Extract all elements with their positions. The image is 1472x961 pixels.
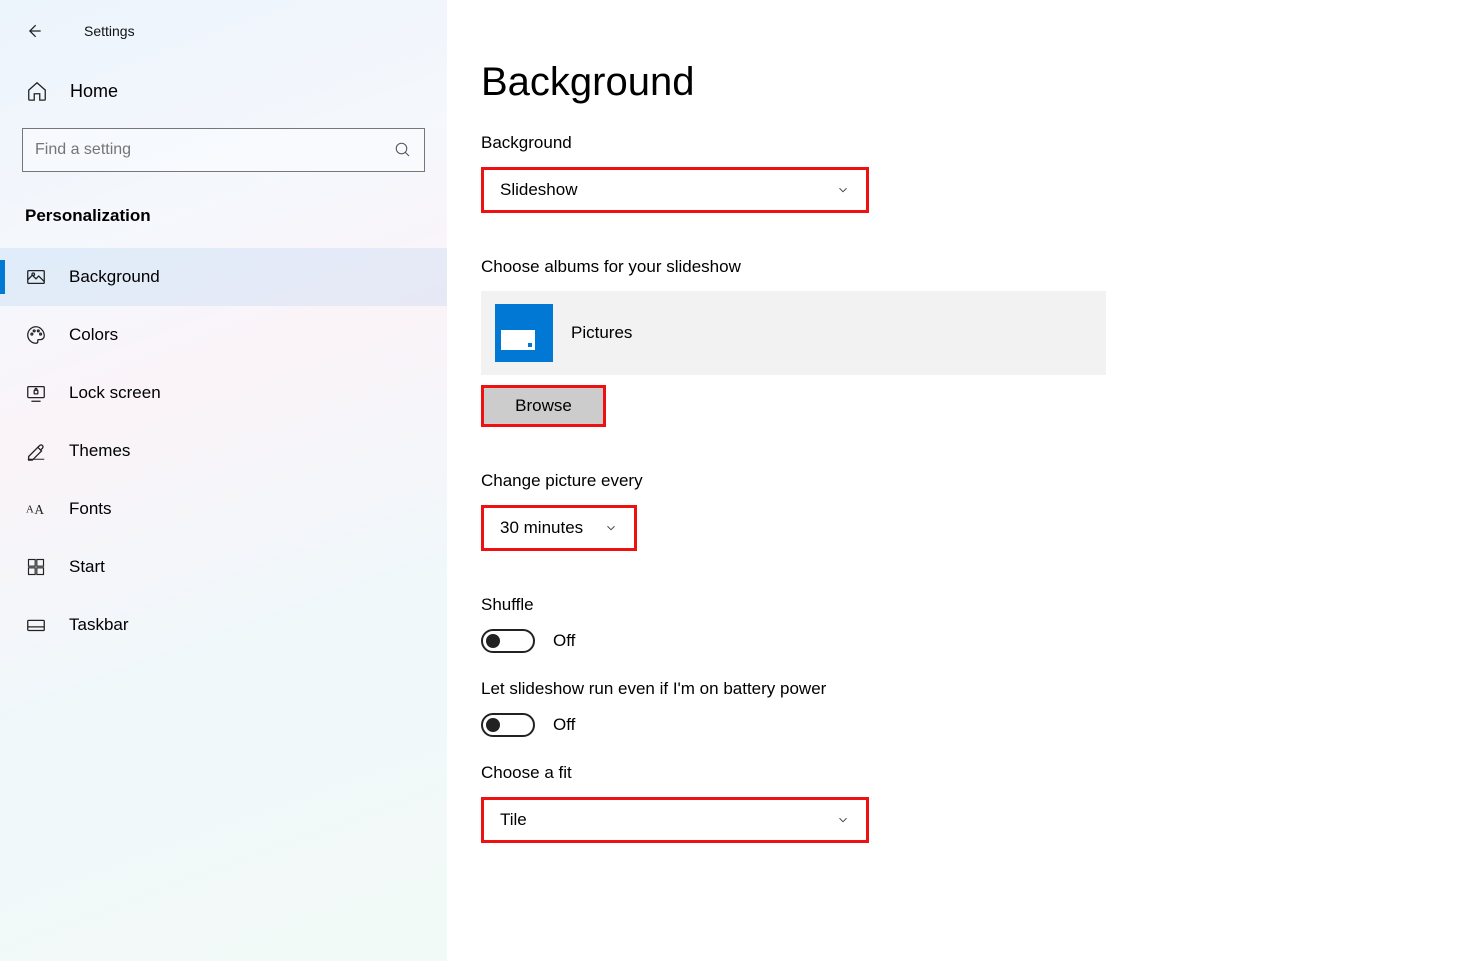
albums-label: Choose albums for your slideshow — [481, 257, 1432, 277]
shuffle-label: Shuffle — [481, 595, 1432, 615]
shuffle-toggle[interactable] — [481, 629, 535, 653]
interval-dropdown[interactable]: 30 minutes — [481, 505, 637, 551]
lock-screen-icon — [25, 382, 47, 404]
themes-icon — [25, 440, 47, 462]
browse-button-label: Browse — [515, 396, 572, 416]
fonts-icon: A A — [25, 498, 47, 520]
picture-icon — [25, 266, 47, 288]
section-title: Personalization — [25, 206, 447, 226]
sidebar-item-start[interactable]: Start — [0, 538, 447, 596]
home-icon — [26, 80, 48, 102]
taskbar-icon — [25, 614, 47, 636]
chevron-down-icon — [604, 521, 618, 535]
sidebar-item-themes[interactable]: Themes — [0, 422, 447, 480]
sidebar-item-label: Background — [69, 267, 160, 287]
arrow-left-icon — [24, 21, 44, 41]
sidebar-item-taskbar[interactable]: Taskbar — [0, 596, 447, 654]
fit-label: Choose a fit — [481, 763, 1432, 783]
fit-dropdown[interactable]: Tile — [481, 797, 869, 843]
album-card[interactable]: Pictures — [481, 291, 1106, 375]
sidebar-item-colors[interactable]: Colors — [0, 306, 447, 364]
palette-icon — [25, 324, 47, 346]
sidebar: Settings Home Personalization Background — [0, 0, 447, 961]
start-icon — [25, 556, 47, 578]
svg-text:A: A — [34, 502, 44, 517]
search-icon — [394, 141, 412, 159]
chevron-down-icon — [836, 183, 850, 197]
sidebar-item-lock-screen[interactable]: Lock screen — [0, 364, 447, 422]
titlebar: Settings — [0, 12, 447, 50]
main-content: Background Background Slideshow Choose a… — [447, 0, 1472, 961]
shuffle-state: Off — [553, 631, 575, 651]
interval-label: Change picture every — [481, 471, 1432, 491]
home-label: Home — [70, 81, 118, 102]
interval-dropdown-value: 30 minutes — [500, 518, 583, 538]
battery-label: Let slideshow run even if I'm on battery… — [481, 679, 1432, 699]
battery-state: Off — [553, 715, 575, 735]
app-title: Settings — [84, 23, 135, 39]
sidebar-item-label: Themes — [69, 441, 130, 461]
sidebar-item-label: Fonts — [69, 499, 112, 519]
sidebar-item-label: Start — [69, 557, 105, 577]
sidebar-item-label: Taskbar — [69, 615, 129, 635]
sidebar-item-background[interactable]: Background — [0, 248, 447, 306]
album-name: Pictures — [571, 323, 632, 343]
sidebar-item-home[interactable]: Home — [0, 50, 447, 122]
browse-button[interactable]: Browse — [481, 385, 606, 427]
chevron-down-icon — [836, 813, 850, 827]
search-input[interactable] — [35, 141, 394, 159]
sidebar-item-fonts[interactable]: A A Fonts — [0, 480, 447, 538]
background-label: Background — [481, 133, 1432, 153]
background-dropdown-value: Slideshow — [500, 180, 578, 200]
search-container — [22, 128, 425, 172]
svg-text:A: A — [26, 503, 34, 515]
fit-dropdown-value: Tile — [500, 810, 527, 830]
album-thumbnail-icon — [495, 304, 553, 362]
back-button[interactable] — [22, 19, 46, 43]
sidebar-item-label: Lock screen — [69, 383, 161, 403]
page-title: Background — [481, 60, 1432, 105]
battery-toggle[interactable] — [481, 713, 535, 737]
sidebar-item-label: Colors — [69, 325, 118, 345]
search-box[interactable] — [22, 128, 425, 172]
background-dropdown[interactable]: Slideshow — [481, 167, 869, 213]
